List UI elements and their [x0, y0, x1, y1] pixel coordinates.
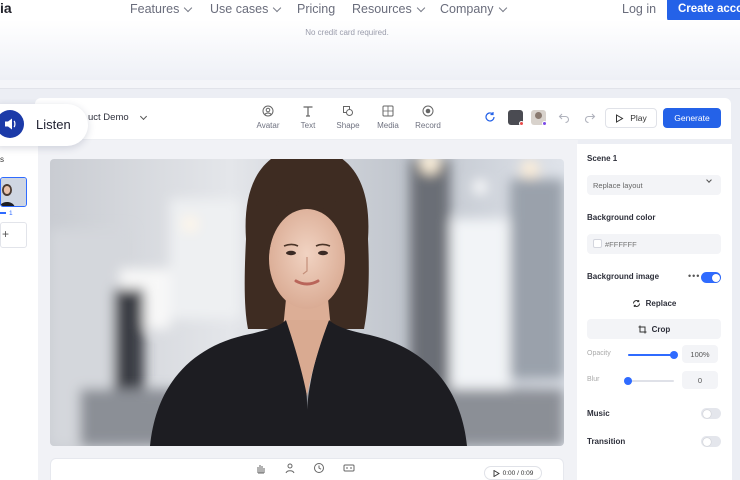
scene-title: Scene 1 [587, 154, 618, 163]
blur-slider[interactable] [628, 380, 674, 382]
add-scene-button[interactable]: + [0, 222, 27, 248]
music-label: Music [587, 409, 610, 418]
scene-number: 1 [0, 210, 13, 217]
blur-label: Blur [587, 376, 600, 383]
opacity-value[interactable]: 100% [682, 345, 718, 363]
hand-icon[interactable] [254, 462, 266, 474]
create-account-button[interactable]: Create account [667, 0, 740, 22]
avatar-icon [262, 105, 274, 117]
playback-timer[interactable]: 0:00 / 0:09 [484, 466, 542, 480]
collaborator-avatar-1[interactable] [508, 110, 524, 126]
bg-image-label: Background image [587, 272, 660, 281]
layout-select[interactable]: Replace layout [587, 175, 721, 195]
listen-badge [0, 110, 24, 138]
bg-color-input[interactable]: #FFFFFF [587, 234, 721, 254]
record-icon [422, 105, 434, 117]
speaker-icon [5, 118, 16, 130]
no-card-note: No credit card required. [305, 28, 389, 37]
tool-record[interactable]: Record [410, 105, 446, 130]
crop-icon [638, 325, 647, 333]
chevron-down-icon [184, 3, 193, 12]
blur-slider-handle[interactable] [624, 377, 632, 385]
swap-icon [632, 299, 640, 307]
status-dot [519, 121, 524, 126]
nav-resources[interactable]: Resources [352, 2, 425, 16]
person-icon[interactable] [284, 462, 296, 474]
opacity-label: Opacity [587, 350, 611, 357]
play-button[interactable]: Play [605, 108, 657, 128]
tool-avatar[interactable]: Avatar [250, 105, 286, 130]
music-toggle[interactable] [701, 408, 721, 419]
undo-icon[interactable] [558, 111, 570, 123]
logo[interactable]: ia [0, 0, 12, 16]
more-options-icon[interactable]: ••• [688, 271, 700, 281]
login-link[interactable]: Log in [622, 2, 656, 16]
nav-use-cases[interactable]: Use cases [210, 2, 282, 16]
scenes-label: s [0, 155, 4, 164]
media-icon [382, 105, 394, 117]
tool-text[interactable]: Text [290, 105, 326, 130]
nav-company[interactable]: Company [440, 2, 507, 16]
listen-label: Listen [36, 117, 71, 132]
text-icon [303, 106, 313, 117]
chevron-down-icon [139, 112, 147, 120]
chevron-down-icon [706, 177, 712, 183]
collaborator-avatar-2[interactable] [531, 110, 547, 126]
top-nav: ia Features Use cases Pricing Resources … [0, 0, 740, 22]
refresh-icon[interactable] [484, 111, 496, 123]
play-icon [493, 469, 500, 477]
scene-preview [1, 178, 26, 206]
color-swatch[interactable] [593, 239, 602, 248]
status-dot [542, 121, 547, 126]
chevron-down-icon [498, 3, 507, 12]
transition-toggle[interactable] [701, 436, 721, 447]
transition-label: Transition [587, 437, 626, 446]
avatar-video-frame [50, 159, 564, 446]
nav-features[interactable]: Features [130, 2, 193, 16]
tool-shape[interactable]: Shape [330, 105, 366, 130]
shape-icon [343, 106, 353, 116]
opacity-slider-handle[interactable] [670, 351, 678, 359]
nav-pricing[interactable]: Pricing [297, 2, 335, 16]
replace-button[interactable]: Replace [587, 293, 721, 313]
bg-image-toggle[interactable] [701, 272, 721, 283]
play-icon [616, 113, 624, 123]
redo-icon[interactable] [584, 111, 596, 123]
video-preview[interactable] [50, 159, 564, 446]
captions-icon[interactable] [343, 462, 355, 474]
crop-button[interactable]: Crop [587, 319, 721, 339]
project-title[interactable]: uct Demo [88, 112, 147, 123]
chevron-down-icon [416, 3, 425, 12]
listen-button[interactable]: Listen [0, 104, 88, 146]
chevron-down-icon [273, 3, 282, 12]
opacity-slider[interactable] [628, 354, 674, 356]
blur-value[interactable]: 0 [682, 371, 718, 389]
tool-media[interactable]: Media [370, 105, 406, 130]
scene-thumbnail[interactable] [0, 177, 27, 207]
bg-color-label: Background color [587, 213, 656, 222]
plus-icon: + [2, 227, 10, 241]
generate-button[interactable]: Generate [663, 108, 721, 128]
clock-icon[interactable] [313, 462, 325, 474]
